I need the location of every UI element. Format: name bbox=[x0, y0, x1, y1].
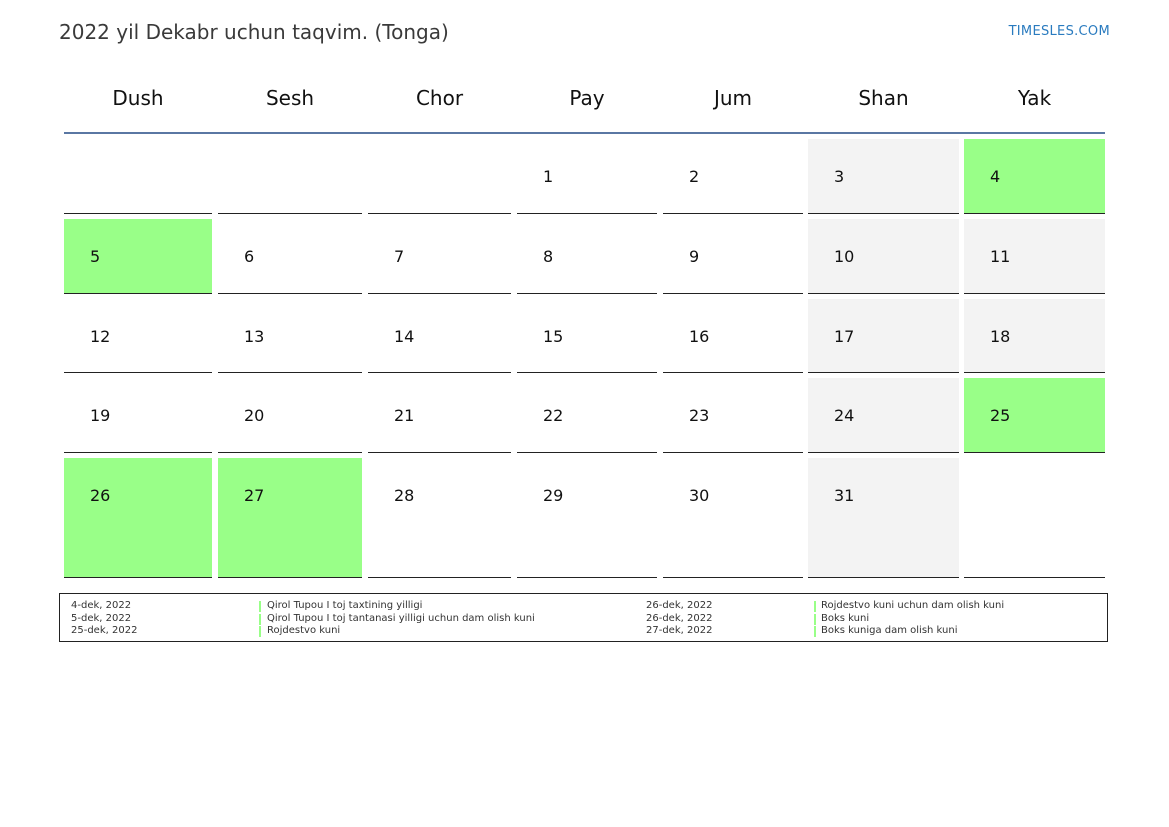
day-cell-5[interactable]: 5 bbox=[64, 219, 212, 294]
day-number: 23 bbox=[689, 406, 710, 425]
legend-date: 26-dek, 2022 bbox=[646, 600, 713, 611]
day-number: 28 bbox=[394, 486, 415, 505]
day-cell-21[interactable]: 21 bbox=[368, 378, 511, 453]
legend-date: 27-dek, 2022 bbox=[646, 625, 713, 636]
day-cell-8[interactable]: 8 bbox=[517, 219, 657, 294]
day-cell-11[interactable]: 11 bbox=[964, 219, 1105, 294]
day-cell-18[interactable]: 18 bbox=[964, 299, 1105, 373]
day-cell-4[interactable]: 4 bbox=[964, 139, 1105, 214]
day-number: 26 bbox=[90, 486, 111, 505]
day-cell-20[interactable]: 20 bbox=[218, 378, 362, 453]
weekday-pay: Pay bbox=[569, 86, 605, 110]
weekday-chor: Chor bbox=[415, 86, 464, 110]
day-cell-15[interactable]: 15 bbox=[517, 299, 657, 373]
day-number: 20 bbox=[244, 406, 265, 425]
day-cell-17[interactable]: 17 bbox=[808, 299, 959, 373]
day-number: 1 bbox=[543, 167, 554, 186]
day-number: 2 bbox=[689, 167, 700, 186]
day-cell-19[interactable]: 19 bbox=[64, 378, 212, 453]
day-cell-12[interactable]: 12 bbox=[64, 299, 212, 373]
weekday-header: Dush Sesh Chor Pay Jum Shan Yak bbox=[64, 86, 1105, 134]
empty-cell bbox=[64, 139, 212, 214]
day-number: 25 bbox=[990, 406, 1011, 425]
day-cell-29[interactable]: 29 bbox=[517, 458, 657, 578]
legend-color-bar bbox=[814, 626, 816, 637]
weekday-jum: Jum bbox=[713, 86, 753, 110]
day-cell-7[interactable]: 7 bbox=[368, 219, 511, 294]
day-cell-3[interactable]: 3 bbox=[808, 139, 959, 214]
day-number: 22 bbox=[543, 406, 564, 425]
brand-link[interactable]: TIMESLES.COM bbox=[1009, 24, 1110, 39]
day-number: 11 bbox=[990, 247, 1011, 266]
day-number: 14 bbox=[394, 327, 415, 346]
day-cell-25[interactable]: 25 bbox=[964, 378, 1105, 453]
day-number: 19 bbox=[90, 406, 111, 425]
day-number: 7 bbox=[394, 247, 405, 266]
day-number: 27 bbox=[244, 486, 265, 505]
day-number: 5 bbox=[90, 247, 101, 266]
day-number: 17 bbox=[834, 327, 855, 346]
day-cell-27[interactable]: 27 bbox=[218, 458, 362, 578]
day-number: 3 bbox=[834, 167, 845, 186]
day-cell-16[interactable]: 16 bbox=[663, 299, 803, 373]
legend-entry: 26-dek, 2022 Boks kuni bbox=[60, 613, 1107, 625]
day-cell-23[interactable]: 23 bbox=[663, 378, 803, 453]
day-number: 30 bbox=[689, 486, 710, 505]
day-cell-9[interactable]: 9 bbox=[663, 219, 803, 294]
day-number: 8 bbox=[543, 247, 554, 266]
day-cell-6[interactable]: 6 bbox=[218, 219, 362, 294]
day-cell-22[interactable]: 22 bbox=[517, 378, 657, 453]
legend-color-bar bbox=[814, 613, 816, 625]
day-number: 29 bbox=[543, 486, 564, 505]
empty-cell bbox=[218, 139, 362, 214]
weekday-shan: Shan bbox=[858, 86, 909, 110]
legend-holiday-name: Boks kuni bbox=[821, 612, 870, 624]
weekday-yak: Yak bbox=[1017, 86, 1052, 110]
day-cell-2[interactable]: 2 bbox=[663, 139, 803, 214]
day-cell-28[interactable]: 28 bbox=[368, 458, 511, 578]
day-cell-14[interactable]: 14 bbox=[368, 299, 511, 373]
day-cell-10[interactable]: 10 bbox=[808, 219, 959, 294]
day-number: 13 bbox=[244, 327, 265, 346]
day-number: 16 bbox=[689, 327, 710, 346]
holiday-legend: 4-dek, 2022 Qirol Tupou I toj taxtining y… bbox=[59, 593, 1108, 642]
legend-entry: 27-dek, 2022 Boks kuniga dam olish kuni bbox=[60, 625, 1107, 637]
day-number: 4 bbox=[990, 167, 1001, 186]
day-number: 6 bbox=[244, 247, 255, 266]
day-cell-31[interactable]: 31 bbox=[808, 458, 959, 578]
page-title: 2022 yil Dekabr uchun taqvim. (Tonga) bbox=[59, 20, 449, 44]
day-cell-1[interactable]: 1 bbox=[517, 139, 657, 214]
empty-cell bbox=[368, 139, 511, 214]
legend-entry: 26-dek, 2022 Rojdestvo kuni uchun dam oli… bbox=[60, 600, 1107, 612]
weekday-dush: Dush bbox=[112, 86, 164, 110]
legend-holiday-name: Rojdestvo kuni uchun dam olish kuni bbox=[821, 600, 1005, 611]
weekday-sesh: Sesh bbox=[265, 86, 315, 110]
legend-color-bar bbox=[814, 601, 816, 612]
day-number: 9 bbox=[689, 247, 700, 266]
day-number: 18 bbox=[990, 327, 1011, 346]
day-cell-26[interactable]: 26 bbox=[64, 458, 212, 578]
legend-date: 26-dek, 2022 bbox=[646, 612, 713, 624]
day-number: 31 bbox=[834, 486, 855, 505]
day-cell-13[interactable]: 13 bbox=[218, 299, 362, 373]
day-number: 21 bbox=[394, 406, 415, 425]
day-number: 15 bbox=[543, 327, 564, 346]
day-number: 24 bbox=[834, 406, 855, 425]
day-cell-24[interactable]: 24 bbox=[808, 378, 959, 453]
day-cell-30[interactable]: 30 bbox=[663, 458, 803, 578]
empty-cell bbox=[964, 458, 1105, 578]
legend-holiday-name: Boks kuniga dam olish kuni bbox=[821, 625, 958, 636]
day-number: 12 bbox=[90, 327, 111, 346]
day-number: 10 bbox=[834, 247, 855, 266]
